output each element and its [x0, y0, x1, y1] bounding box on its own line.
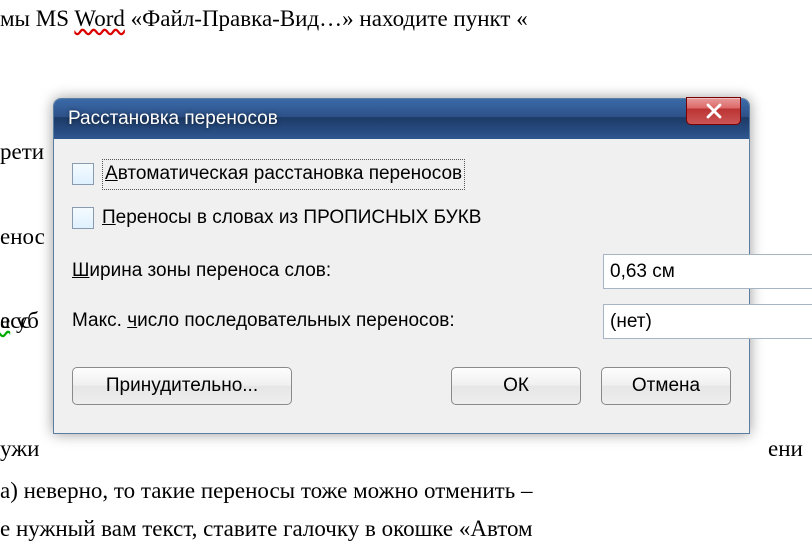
doc-text: а) неверно, то такие переносы тоже можно… — [0, 474, 532, 509]
zone-width-row: Ширина зоны переноса слов: — [72, 254, 731, 289]
doc-text: мы MS Word «Файл-Правка-Вид…» находите п… — [0, 2, 528, 37]
auto-hyphenation-row: Автоматическая расстановка переносов — [72, 159, 731, 190]
dialog-title: Расстановка переносов — [68, 105, 278, 134]
caps-hyphenation-label[interactable]: Переносы в словах из ПРОПИСНЫХ БУКВ — [102, 204, 481, 233]
doc-text: ужи — [0, 432, 39, 467]
dialog-body: Автоматическая расстановка переносов Пер… — [54, 139, 749, 419]
max-consecutive-row: Макс. число последовательных переносов: — [72, 304, 731, 339]
doc-text: асс — [0, 304, 31, 339]
hyphenation-dialog: Расстановка переносов Автоматическая рас… — [53, 98, 750, 434]
caps-hyphenation-checkbox[interactable] — [72, 207, 94, 229]
close-button[interactable] — [686, 97, 741, 125]
doc-text: енос — [0, 220, 45, 255]
manual-button[interactable]: Принудительно... — [72, 367, 292, 405]
ok-button[interactable]: ОК — [451, 367, 581, 405]
doc-text: ени — [768, 432, 803, 467]
cancel-button[interactable]: Отмена — [601, 367, 731, 405]
doc-text: рети — [0, 135, 44, 170]
max-consecutive-label: Макс. число последовательных переносов: — [72, 307, 603, 336]
max-consecutive-spinbox — [603, 304, 731, 339]
auto-hyphenation-label[interactable]: Автоматическая расстановка переносов — [102, 159, 465, 190]
zone-width-label: Ширина зоны переноса слов: — [72, 257, 603, 286]
caps-hyphenation-row: Переносы в словах из ПРОПИСНЫХ БУКВ — [72, 204, 731, 233]
button-row: Принудительно... ОК Отмена — [72, 367, 731, 405]
zone-width-spinbox — [603, 254, 731, 289]
max-consecutive-input[interactable] — [603, 304, 812, 339]
doc-text: е нужный вам текст, ставите галочку в ок… — [0, 512, 533, 547]
zone-width-input[interactable] — [603, 254, 812, 289]
close-icon — [705, 103, 723, 119]
titlebar[interactable]: Расстановка переносов — [54, 99, 749, 139]
auto-hyphenation-checkbox[interactable] — [72, 163, 94, 185]
